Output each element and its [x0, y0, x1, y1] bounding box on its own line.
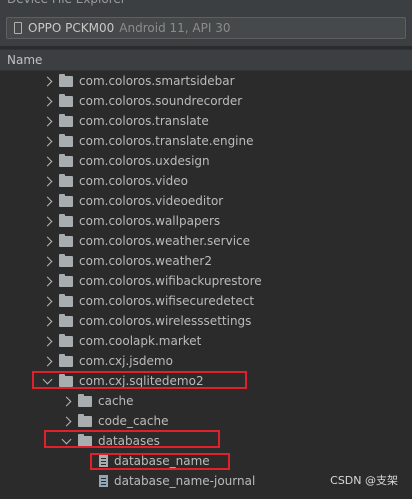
chevron-right-icon[interactable] [42, 356, 53, 366]
tree-row[interactable]: com.coloros.wifibackuprestore [0, 271, 412, 291]
tree-item-label: com.coloros.wirelesssettings [79, 314, 252, 328]
device-selector-dropdown[interactable]: OPPO PCKM00 Android 11, API 30 [6, 17, 406, 39]
tree-row[interactable]: com.coloros.wirelesssettings [0, 311, 412, 331]
tree-item-label: com.cxj.jsdemo [79, 354, 173, 368]
folder-icon [78, 413, 92, 427]
tree-item-label: database_name-journal [114, 474, 256, 488]
folder-icon [78, 393, 92, 407]
device-name: OPPO PCKM00 [28, 21, 115, 35]
device-toolbar: OPPO PCKM00 Android 11, API 30 [0, 8, 412, 46]
folder-icon [59, 273, 73, 287]
tree-item-label: com.coloros.weather2 [79, 254, 212, 268]
tree-row[interactable]: com.coloros.videoeditor [0, 191, 412, 211]
tree-row[interactable]: com.coloros.uxdesign [0, 151, 412, 171]
chevron-right-icon[interactable] [42, 276, 53, 286]
tree-row[interactable]: com.coloros.wifisecuredetect [0, 291, 412, 311]
name-column-header[interactable]: Name [0, 49, 412, 71]
chevron-right-icon[interactable] [42, 116, 53, 126]
chevron-right-icon[interactable] [42, 156, 53, 166]
tree-row[interactable]: com.cxj.jsdemo [0, 351, 412, 371]
folder-icon [59, 313, 73, 327]
chevron-right-icon[interactable] [61, 396, 72, 406]
tree-item-label: cache [98, 394, 134, 408]
highlight-box [44, 430, 220, 448]
tree-row[interactable]: com.coloros.weather2 [0, 251, 412, 271]
folder-icon [59, 133, 73, 147]
tree-row[interactable]: com.coloros.wallpapers [0, 211, 412, 231]
watermark: CSDN @支架 [330, 474, 398, 487]
folder-icon [59, 153, 73, 167]
tree-item-label: code_cache [98, 414, 169, 428]
folder-icon [59, 293, 73, 307]
tree-row[interactable]: com.coloros.translate [0, 111, 412, 131]
file-icon [99, 475, 108, 487]
folder-icon [59, 253, 73, 267]
chevron-right-icon[interactable] [42, 176, 53, 186]
chevron-right-icon[interactable] [42, 236, 53, 246]
phone-icon [14, 22, 22, 34]
tree-item-label: com.coloros.video [79, 174, 188, 188]
folder-icon [59, 233, 73, 247]
panel-title: Device File Explorer [0, 0, 412, 8]
tree-row[interactable]: cache [0, 391, 412, 411]
tree-item-label: com.coloros.videoeditor [79, 194, 224, 208]
folder-icon [59, 333, 73, 347]
tree-item-label: com.coloros.wallpapers [79, 214, 221, 228]
chevron-right-icon[interactable] [42, 336, 53, 346]
chevron-right-icon[interactable] [42, 216, 53, 226]
folder-icon [59, 193, 73, 207]
tree-item-label: com.coloros.translate.engine [79, 134, 254, 148]
chevron-right-icon[interactable] [42, 316, 53, 326]
tree-row[interactable]: com.coolapk.market [0, 331, 412, 351]
tree-item-label: com.coloros.weather.service [79, 234, 251, 248]
folder-icon [59, 93, 73, 107]
chevron-right-icon[interactable] [42, 256, 53, 266]
tree-row[interactable]: com.coloros.soundrecorder [0, 91, 412, 111]
tree-row[interactable]: com.coloros.translate.engine [0, 131, 412, 151]
folder-icon [59, 353, 73, 367]
device-api-level: Android 11, API 30 [119, 21, 231, 35]
tree-row[interactable]: code_cache [0, 411, 412, 431]
chevron-right-icon[interactable] [61, 416, 72, 426]
folder-icon [59, 113, 73, 127]
highlight-box [32, 371, 247, 389]
highlight-box [90, 453, 230, 470]
chevron-right-icon[interactable] [42, 196, 53, 206]
tree-item-label: com.coloros.translate [79, 114, 209, 128]
tree-item-label: com.coloros.wifibackuprestore [79, 274, 262, 288]
tree-row[interactable]: com.coloros.smartsidebar [0, 71, 412, 91]
folder-icon [59, 173, 73, 187]
folder-icon [59, 73, 73, 87]
tree-item-label: com.coolapk.market [79, 334, 202, 348]
tree-row[interactable]: com.coloros.video [0, 171, 412, 191]
tree-item-label: com.coloros.smartsidebar [79, 74, 235, 88]
chevron-right-icon[interactable] [42, 136, 53, 146]
chevron-right-icon[interactable] [42, 296, 53, 306]
device-file-explorer-window: Device File Explorer OPPO PCKM00 Android… [0, 0, 412, 499]
tree-item-label: com.coloros.uxdesign [79, 154, 210, 168]
tree-item-label: com.coloros.wifisecuredetect [79, 294, 255, 308]
tree-row[interactable]: com.coloros.weather.service [0, 231, 412, 251]
chevron-right-icon[interactable] [42, 76, 53, 86]
tree-item-label: com.coloros.soundrecorder [79, 94, 243, 108]
chevron-right-icon[interactable] [42, 96, 53, 106]
folder-icon [59, 213, 73, 227]
